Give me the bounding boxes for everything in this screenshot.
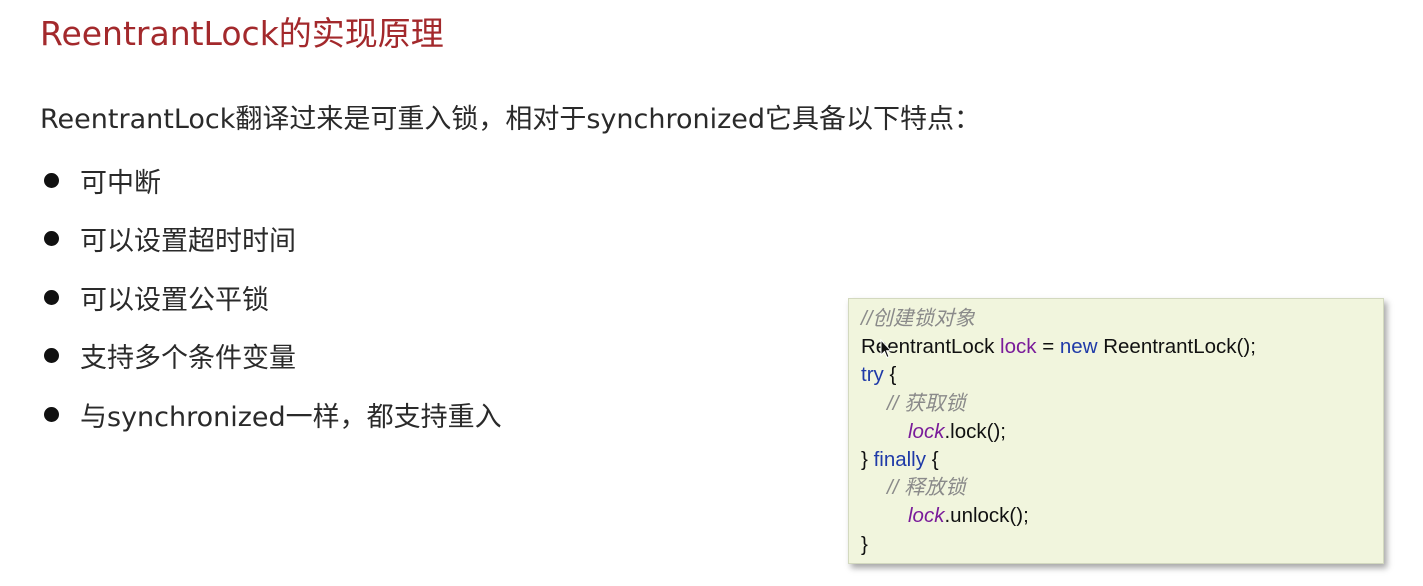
code-method-call: .unlock(); [944, 504, 1029, 528]
code-comment: // 获取锁 [887, 391, 966, 415]
bullet-icon [44, 348, 59, 363]
code-operator: = [1042, 335, 1055, 359]
code-keyword: try [861, 363, 884, 387]
feature-item-conditions: 支持多个条件变量 [40, 336, 502, 376]
code-line-comment-release: // 释放锁 [861, 474, 1383, 502]
feature-item-fair-lock: 可以设置公平锁 [40, 277, 502, 317]
code-comment: //创建锁对象 [861, 307, 975, 330]
bullet-icon [44, 231, 59, 246]
feature-item-reentrant: 与synchronized一样，都支持重入 [40, 394, 502, 434]
bullet-icon [44, 406, 59, 422]
code-method-call: .lock(); [944, 419, 1006, 443]
code-keyword: new [1059, 335, 1098, 359]
code-line-unlock-call: lock.unlock(); [861, 502, 1383, 530]
intro-text: ReentrantLock翻译过来是可重入锁，相对于synchronized它具… [40, 104, 982, 135]
code-line-comment-create: //创建锁对象 [861, 305, 1383, 333]
feature-label: 可中断 [80, 167, 161, 199]
code-brace: } [861, 532, 868, 556]
mouse-cursor-icon [880, 339, 892, 359]
code-variable: lock [908, 504, 945, 528]
code-variable: lock [908, 419, 945, 443]
code-brace: { [931, 447, 939, 471]
bullet-icon [44, 289, 59, 305]
feature-item-interruptible: 可中断 [40, 160, 502, 200]
code-brace: } [861, 447, 868, 471]
feature-label: 可以设置超时时间 [80, 226, 296, 257]
code-line-close: } [861, 531, 1383, 559]
feature-label: 支持多个条件变量 [80, 343, 296, 374]
code-line-lock-call: lock.lock(); [861, 418, 1383, 446]
slide-title: ReentrantLock的实现原理 [40, 14, 444, 53]
code-brace: { [889, 363, 897, 387]
code-line-declaration: ReentrantLock lock = new ReentrantLock()… [861, 333, 1383, 361]
feature-label: 与synchronized一样，都支持重入 [80, 401, 502, 433]
feature-list: 可中断 可以设置超时时间 可以设置公平锁 支持多个条件变量 与synchroni… [40, 160, 502, 453]
code-line-comment-acquire: // 获取锁 [861, 390, 1383, 418]
code-comment: // 释放锁 [887, 476, 966, 500]
feature-item-timeout: 可以设置超时时间 [40, 219, 502, 259]
code-line-finally: } finally { [861, 446, 1383, 474]
code-block: //创建锁对象 ReentrantLock lock = new Reentra… [848, 298, 1384, 564]
code-variable: lock [1000, 335, 1037, 359]
code-constructor: ReentrantLock(); [1103, 335, 1256, 359]
feature-label: 可以设置公平锁 [80, 284, 269, 316]
bullet-icon [44, 172, 59, 188]
code-keyword: finally [873, 447, 926, 471]
code-line-try: try { [861, 361, 1383, 389]
